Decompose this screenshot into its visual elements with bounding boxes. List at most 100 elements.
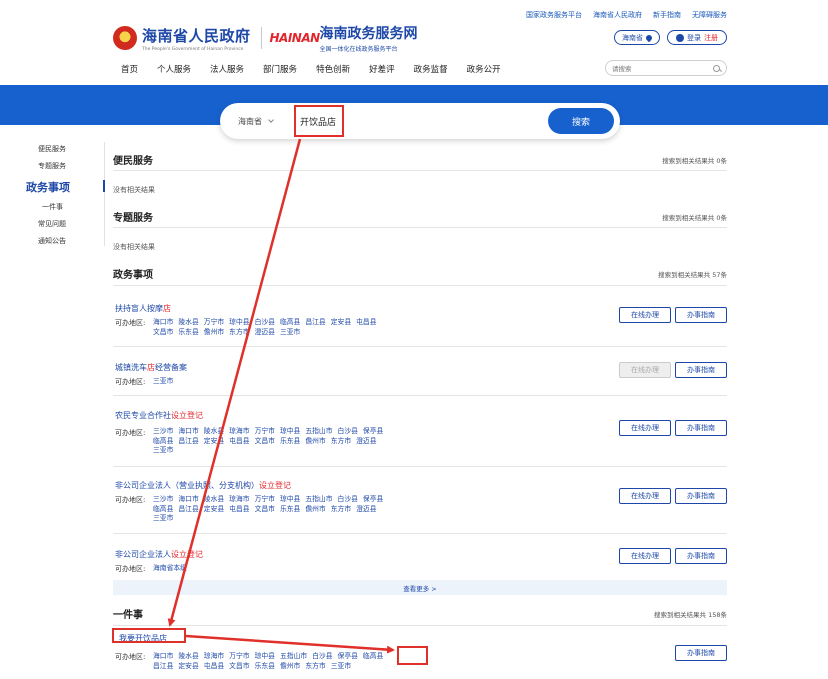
area-link[interactable]: 昌江县: [153, 662, 173, 672]
sidebar-item-zhengwu[interactable]: 政务事项: [26, 179, 70, 195]
area-link[interactable]: 万宁市: [255, 427, 275, 437]
item-title[interactable]: 非公司企业法人（营业执照、分支机构）设立登记: [115, 480, 291, 491]
area-link[interactable]: 文昌市: [255, 505, 275, 515]
area-link[interactable]: 三沙市: [153, 495, 173, 505]
search-query-input[interactable]: 开饮品店: [294, 105, 344, 137]
area-link[interactable]: 文昌市: [229, 662, 249, 672]
area-link[interactable]: 琼海市: [204, 652, 224, 662]
area-link[interactable]: 儋州市: [305, 437, 325, 447]
guide-button[interactable]: 办事指南: [675, 548, 727, 564]
area-link[interactable]: 陵水县: [178, 652, 198, 662]
area-link[interactable]: 保亭县: [338, 652, 358, 662]
area-link[interactable]: 五指山市: [305, 427, 332, 437]
item-title[interactable]: 城镇洗车店经营备案: [115, 362, 187, 373]
area-link[interactable]: 琼中县: [255, 652, 275, 662]
area-link[interactable]: 乐东县: [280, 505, 300, 515]
area-link[interactable]: 临高县: [153, 505, 173, 515]
area-link[interactable]: 昌江县: [178, 437, 198, 447]
online-handle-button[interactable]: 在线办理: [619, 548, 671, 564]
area-link[interactable]: 昌江县: [305, 318, 325, 328]
area-link[interactable]: 定安县: [204, 437, 224, 447]
area-link[interactable]: 万宁市: [255, 495, 275, 505]
area-link[interactable]: 琼海市: [229, 427, 249, 437]
area-link[interactable]: 白沙县: [255, 318, 275, 328]
area-link[interactable]: 定安县: [204, 505, 224, 515]
area-link[interactable]: 陵水县: [178, 318, 198, 328]
area-link[interactable]: 临高县: [153, 437, 173, 447]
nav-department[interactable]: 部门服务: [263, 63, 297, 75]
nav-disclosure[interactable]: 政务公开: [467, 63, 501, 75]
sidebar-item-bianmin[interactable]: 便民服务: [38, 144, 66, 154]
area-link[interactable]: 定安县: [178, 662, 198, 672]
area-link[interactable]: 琼海市: [229, 495, 249, 505]
area-link[interactable]: 澄迈县: [356, 505, 376, 515]
online-handle-button[interactable]: 在线办理: [619, 488, 671, 504]
nav-evaluation[interactable]: 好差评: [369, 63, 395, 75]
area-link[interactable]: 琼中县: [229, 318, 249, 328]
area-link[interactable]: 三亚市: [153, 446, 173, 456]
area-link[interactable]: 五指山市: [305, 495, 332, 505]
item-title[interactable]: 扶持盲人按摩店: [115, 303, 171, 314]
nav-supervision[interactable]: 政务监督: [414, 63, 448, 75]
area-link[interactable]: 文昌市: [255, 437, 275, 447]
area-link[interactable]: 白沙县: [312, 652, 332, 662]
area-link[interactable]: 海口市: [178, 427, 198, 437]
area-link[interactable]: 海南省本级: [153, 564, 187, 574]
region-selector[interactable]: 海南省: [614, 30, 660, 45]
area-link[interactable]: 澄迈县: [255, 328, 275, 338]
area-link[interactable]: 临高县: [363, 652, 383, 662]
area-link[interactable]: 屯昌县: [229, 505, 249, 515]
online-handle-button[interactable]: 在线办理: [619, 307, 671, 323]
search-icon[interactable]: [713, 64, 720, 72]
site-logo[interactable]: 海南省人民政府 The People's Government of Haina…: [113, 22, 418, 54]
area-link[interactable]: 三亚市: [153, 514, 173, 524]
area-link[interactable]: 琼中县: [280, 495, 300, 505]
area-link[interactable]: 三亚市: [280, 328, 300, 338]
area-link[interactable]: 定安县: [331, 318, 351, 328]
nav-corporate[interactable]: 法人服务: [210, 63, 244, 75]
area-link[interactable]: 三亚市: [331, 662, 351, 672]
area-link[interactable]: 三沙市: [153, 427, 173, 437]
area-link[interactable]: 东方市: [305, 662, 325, 672]
login-register[interactable]: 登录 注册: [667, 30, 727, 45]
guide-button[interactable]: 办事指南: [675, 488, 727, 504]
toplink-national-platform[interactable]: 国家政务服务平台: [526, 10, 582, 20]
login-link[interactable]: 登录: [687, 33, 701, 43]
toplink-beginner-guide[interactable]: 新手指南: [653, 10, 681, 20]
area-link[interactable]: 三亚市: [153, 377, 173, 387]
sidebar-item-yijianshi[interactable]: 一件事: [42, 202, 63, 212]
area-link[interactable]: 海口市: [153, 652, 173, 662]
area-link[interactable]: 儋州市: [305, 505, 325, 515]
area-link[interactable]: 白沙县: [338, 495, 358, 505]
nav-home[interactable]: 首页: [121, 63, 138, 75]
area-link[interactable]: 屯昌县: [204, 662, 224, 672]
area-link[interactable]: 万宁市: [204, 318, 224, 328]
area-link[interactable]: 乐东县: [255, 662, 275, 672]
area-link[interactable]: 陵水县: [204, 495, 224, 505]
area-link[interactable]: 五指山市: [280, 652, 307, 662]
search-button[interactable]: 搜索: [548, 108, 614, 134]
area-link[interactable]: 白沙县: [338, 427, 358, 437]
sidebar-item-faq[interactable]: 常见问题: [38, 219, 66, 229]
guide-button[interactable]: 办事指南: [675, 307, 727, 323]
register-link[interactable]: 注册: [704, 33, 718, 43]
area-link[interactable]: 陵水县: [204, 427, 224, 437]
guide-button[interactable]: 办事指南: [675, 420, 727, 436]
area-link[interactable]: 东方市: [331, 437, 351, 447]
toplink-accessibility[interactable]: 无障碍服务: [692, 10, 727, 20]
area-link[interactable]: 海口市: [153, 318, 173, 328]
guide-button[interactable]: 办事指南: [675, 645, 727, 661]
sidebar-item-notice[interactable]: 通知公告: [38, 236, 66, 246]
search-region-dropdown[interactable]: 海南省: [238, 116, 274, 127]
guide-button[interactable]: 办事指南: [675, 362, 727, 378]
area-link[interactable]: 昌江县: [178, 505, 198, 515]
toplink-provincial-gov[interactable]: 海南省人民政府: [593, 10, 642, 20]
area-link[interactable]: 儋州市: [280, 662, 300, 672]
area-link[interactable]: 海口市: [178, 495, 198, 505]
area-link[interactable]: 万宁市: [229, 652, 249, 662]
item-title[interactable]: 农民专业合作社设立登记: [115, 410, 203, 421]
area-link[interactable]: 东方市: [331, 505, 351, 515]
area-link[interactable]: 临高县: [280, 318, 300, 328]
nav-innovation[interactable]: 特色创新: [316, 63, 350, 75]
area-link[interactable]: 乐东县: [178, 328, 198, 338]
